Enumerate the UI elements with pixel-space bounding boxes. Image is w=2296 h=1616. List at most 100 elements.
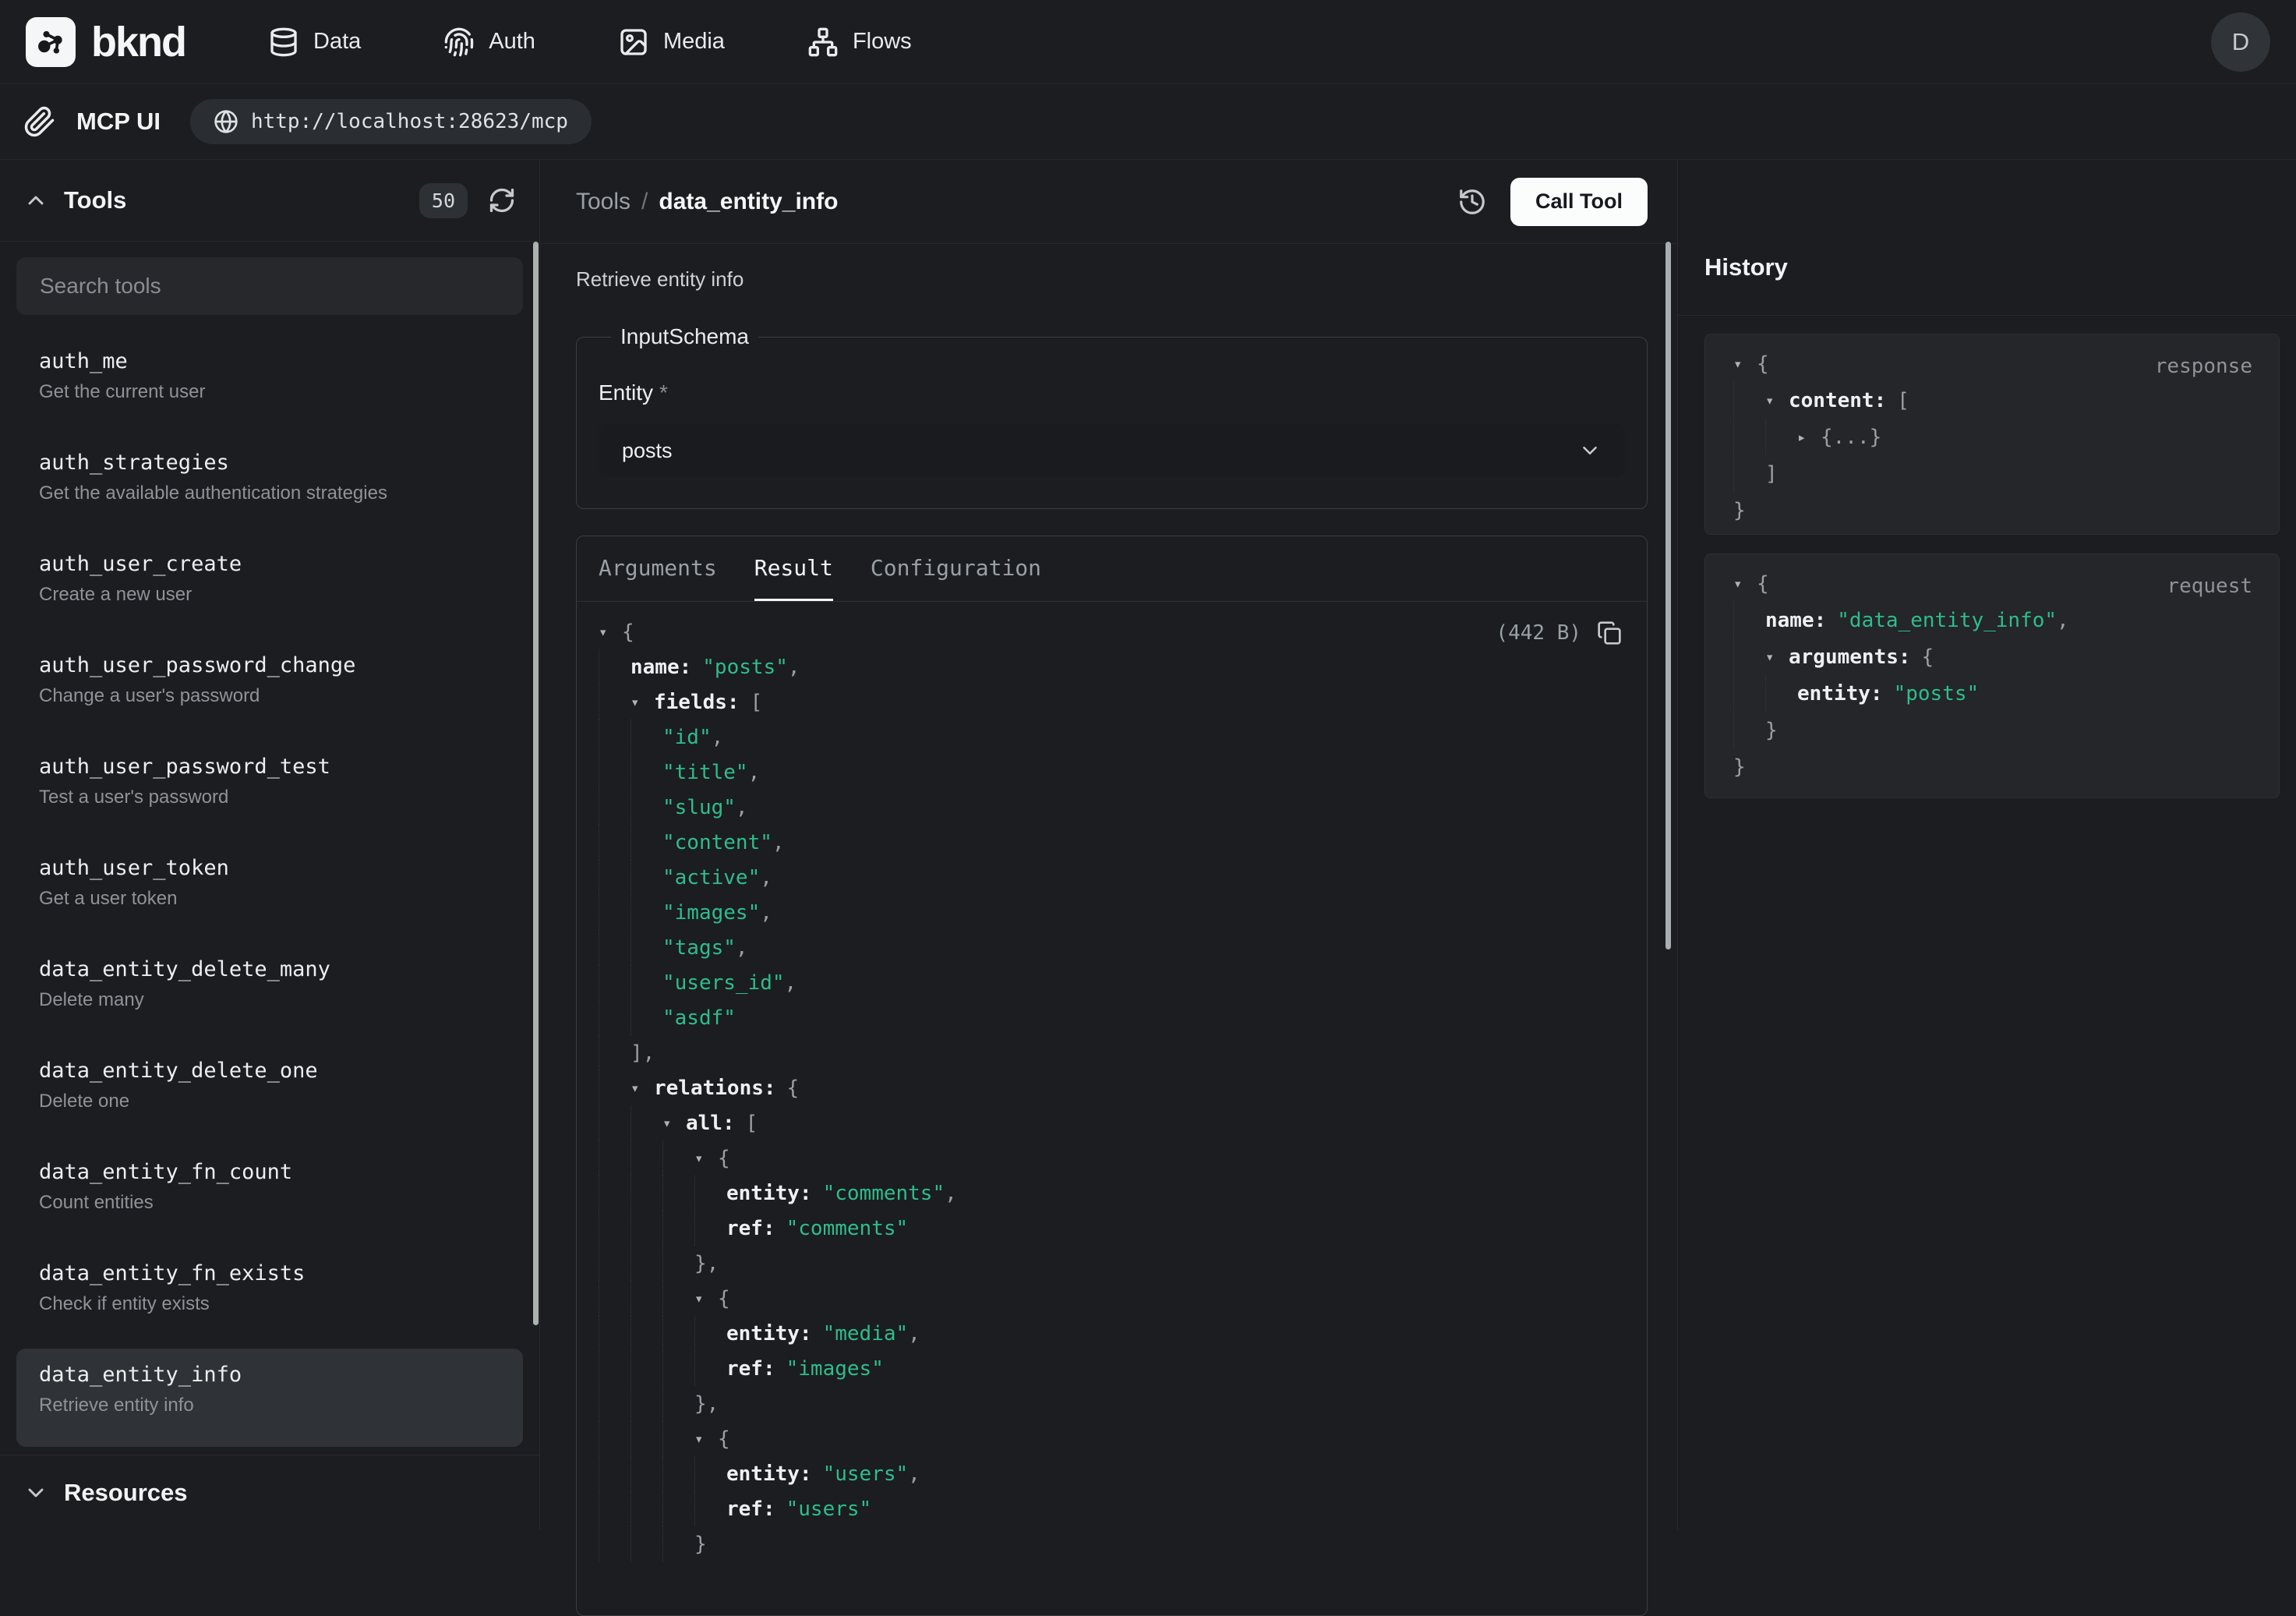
json-punct: , (736, 796, 748, 819)
result-tabs-container: ArgumentsResultConfiguration (442 B) ▾{n… (576, 536, 1648, 1616)
json-line: "active", (599, 860, 1623, 895)
sidebar-tool-item-auth_user_token[interactable]: auth_user_tokenGet a user token (16, 842, 523, 940)
json-line: ▾all:[ (599, 1105, 1623, 1140)
indent-guide (662, 1176, 694, 1211)
collapse-toggle-icon[interactable]: ▾ (631, 694, 654, 711)
call-tool-button[interactable]: Call Tool (1510, 178, 1648, 226)
user-avatar[interactable]: D (2211, 12, 2270, 72)
nav-item-data[interactable]: Data (268, 27, 361, 58)
copy-icon[interactable] (1597, 621, 1622, 645)
sidebar-tool-item-auth_user_create[interactable]: auth_user_createCreate a new user (16, 538, 523, 636)
history-clock-icon[interactable] (1457, 187, 1487, 217)
breadcrumb-section[interactable]: Tools (576, 189, 631, 215)
sidebar-scrollbar[interactable] (533, 242, 539, 1325)
json-key: ref: (726, 1498, 775, 1521)
collapse-toggle-icon[interactable]: ▾ (662, 1115, 686, 1132)
sidebar-tool-item-auth_strategies[interactable]: auth_strategiesGet the available authent… (16, 437, 523, 535)
tab-result[interactable]: Result (754, 536, 833, 601)
indent-guide (694, 1211, 726, 1246)
nav-item-auth[interactable]: Auth (443, 27, 535, 58)
json-string: "images" (662, 901, 760, 925)
tab-arguments[interactable]: Arguments (599, 536, 717, 601)
json-line: ▾fields:[ (599, 684, 1623, 720)
brand[interactable]: bknd (26, 17, 185, 67)
indent-guide (599, 1070, 631, 1105)
indent-guide (599, 1316, 631, 1351)
refresh-icon[interactable] (488, 186, 516, 214)
json-line: ▾content:[ (1733, 382, 2279, 419)
sidebar-tool-item-data_entity_delete_one[interactable]: data_entity_delete_oneDelete one (16, 1045, 523, 1143)
collapse-toggle-icon[interactable]: ▾ (694, 1150, 718, 1167)
json-line: ▾{ (599, 1140, 1623, 1176)
json-punct: { (718, 1287, 730, 1310)
tool-name: data_entity_fn_exists (39, 1261, 500, 1285)
json-line: "title", (599, 755, 1623, 790)
chevron-down-icon (1578, 439, 1602, 462)
tab-configuration[interactable]: Configuration (871, 536, 1041, 601)
collapse-toggle-icon[interactable]: ▾ (1765, 392, 1789, 409)
search-tools-input[interactable] (16, 257, 523, 315)
tools-section-title: Tools (64, 186, 126, 214)
json-string: "users" (786, 1498, 872, 1521)
indent-guide (599, 790, 631, 825)
main-scrollbar[interactable] (1665, 242, 1671, 949)
json-key: entity: (726, 1182, 812, 1205)
json-key: ref: (726, 1357, 775, 1381)
json-punct: , (736, 936, 748, 960)
json-string: "images" (786, 1357, 884, 1381)
json-line: ] (1733, 455, 2279, 492)
history-entry-response[interactable]: response ▾{▾content:[▸{...}]} (1704, 334, 2280, 535)
json-string: "id" (662, 726, 712, 749)
entity-select[interactable]: posts (599, 424, 1625, 477)
sidebar-tool-item-data_entity_fn_exists[interactable]: data_entity_fn_existsCheck if entity exi… (16, 1247, 523, 1345)
json-line: } (599, 1526, 1623, 1561)
json-string: "comments" (786, 1217, 909, 1240)
indent-guide (631, 860, 662, 895)
collapse-toggle-icon[interactable]: ▾ (694, 1430, 718, 1448)
tool-name: auth_strategies (39, 451, 500, 475)
collapse-toggle-icon[interactable]: ▾ (1765, 649, 1789, 666)
collapse-toggle-icon[interactable]: ▾ (599, 624, 622, 641)
sidebar-tool-item-auth_user_password_change[interactable]: auth_user_password_changeChange a user's… (16, 639, 523, 737)
json-punct: , (908, 1322, 920, 1345)
sidebar-tool-item-data_entity_delete_many[interactable]: data_entity_delete_manyDelete many (16, 943, 523, 1041)
indent-guide (599, 1176, 631, 1211)
collapse-toggle-icon[interactable]: ▾ (1733, 575, 1757, 592)
sidebar-tool-item-auth_user_password_test[interactable]: auth_user_password_testTest a user's pas… (16, 741, 523, 839)
json-punct: { (787, 1077, 800, 1100)
json-line: }, (599, 1246, 1623, 1281)
json-punct: { (718, 1147, 730, 1170)
indent-guide (631, 1211, 662, 1246)
json-punct: , (908, 1462, 920, 1486)
indent-guide (662, 1316, 694, 1351)
tool-name: data_entity_delete_one (39, 1059, 500, 1083)
indent-guide (599, 1456, 631, 1491)
expand-toggle-icon[interactable]: ▸ (1797, 429, 1821, 446)
tools-section-header[interactable]: Tools 50 (0, 160, 539, 242)
sidebar-tool-item-data_entity_info[interactable]: data_entity_infoRetrieve entity info (16, 1349, 523, 1447)
indent-guide (631, 1246, 662, 1281)
collapse-toggle-icon[interactable]: ▾ (1733, 355, 1757, 373)
indent-guide (631, 1105, 662, 1140)
indent-guide (599, 930, 631, 965)
entity-field-label: Entity* (599, 380, 1625, 405)
json-punct: }, (694, 1252, 719, 1275)
history-entry-type: response (2155, 355, 2252, 378)
chevron-up-icon[interactable] (23, 188, 48, 213)
history-entry-request[interactable]: request ▾{name:"data_entity_info",▾argum… (1704, 553, 2280, 798)
collapse-toggle-icon[interactable]: ▾ (631, 1080, 654, 1097)
collapse-toggle-icon[interactable]: ▾ (694, 1290, 718, 1307)
json-line: ref:"comments" (599, 1211, 1623, 1246)
nav-item-flows[interactable]: Flows (807, 27, 912, 58)
resources-section-header[interactable]: Resources (0, 1455, 539, 1529)
indent-guide (599, 1421, 631, 1456)
json-punct: , (945, 1182, 957, 1205)
result-json-viewer: (442 B) ▾{name:"posts",▾fields:["id","ti… (577, 602, 1647, 1615)
json-punct: , (772, 831, 785, 854)
sidebar-tool-item-data_entity_fn_count[interactable]: data_entity_fn_countCount entities (16, 1146, 523, 1244)
server-url-pill[interactable]: http://localhost:28623/mcp (190, 99, 592, 144)
sidebar-tool-item-auth_me[interactable]: auth_meGet the current user (16, 335, 523, 433)
json-key: content: (1789, 389, 1886, 412)
json-punct: , (748, 761, 761, 784)
nav-item-media[interactable]: Media (618, 27, 725, 58)
